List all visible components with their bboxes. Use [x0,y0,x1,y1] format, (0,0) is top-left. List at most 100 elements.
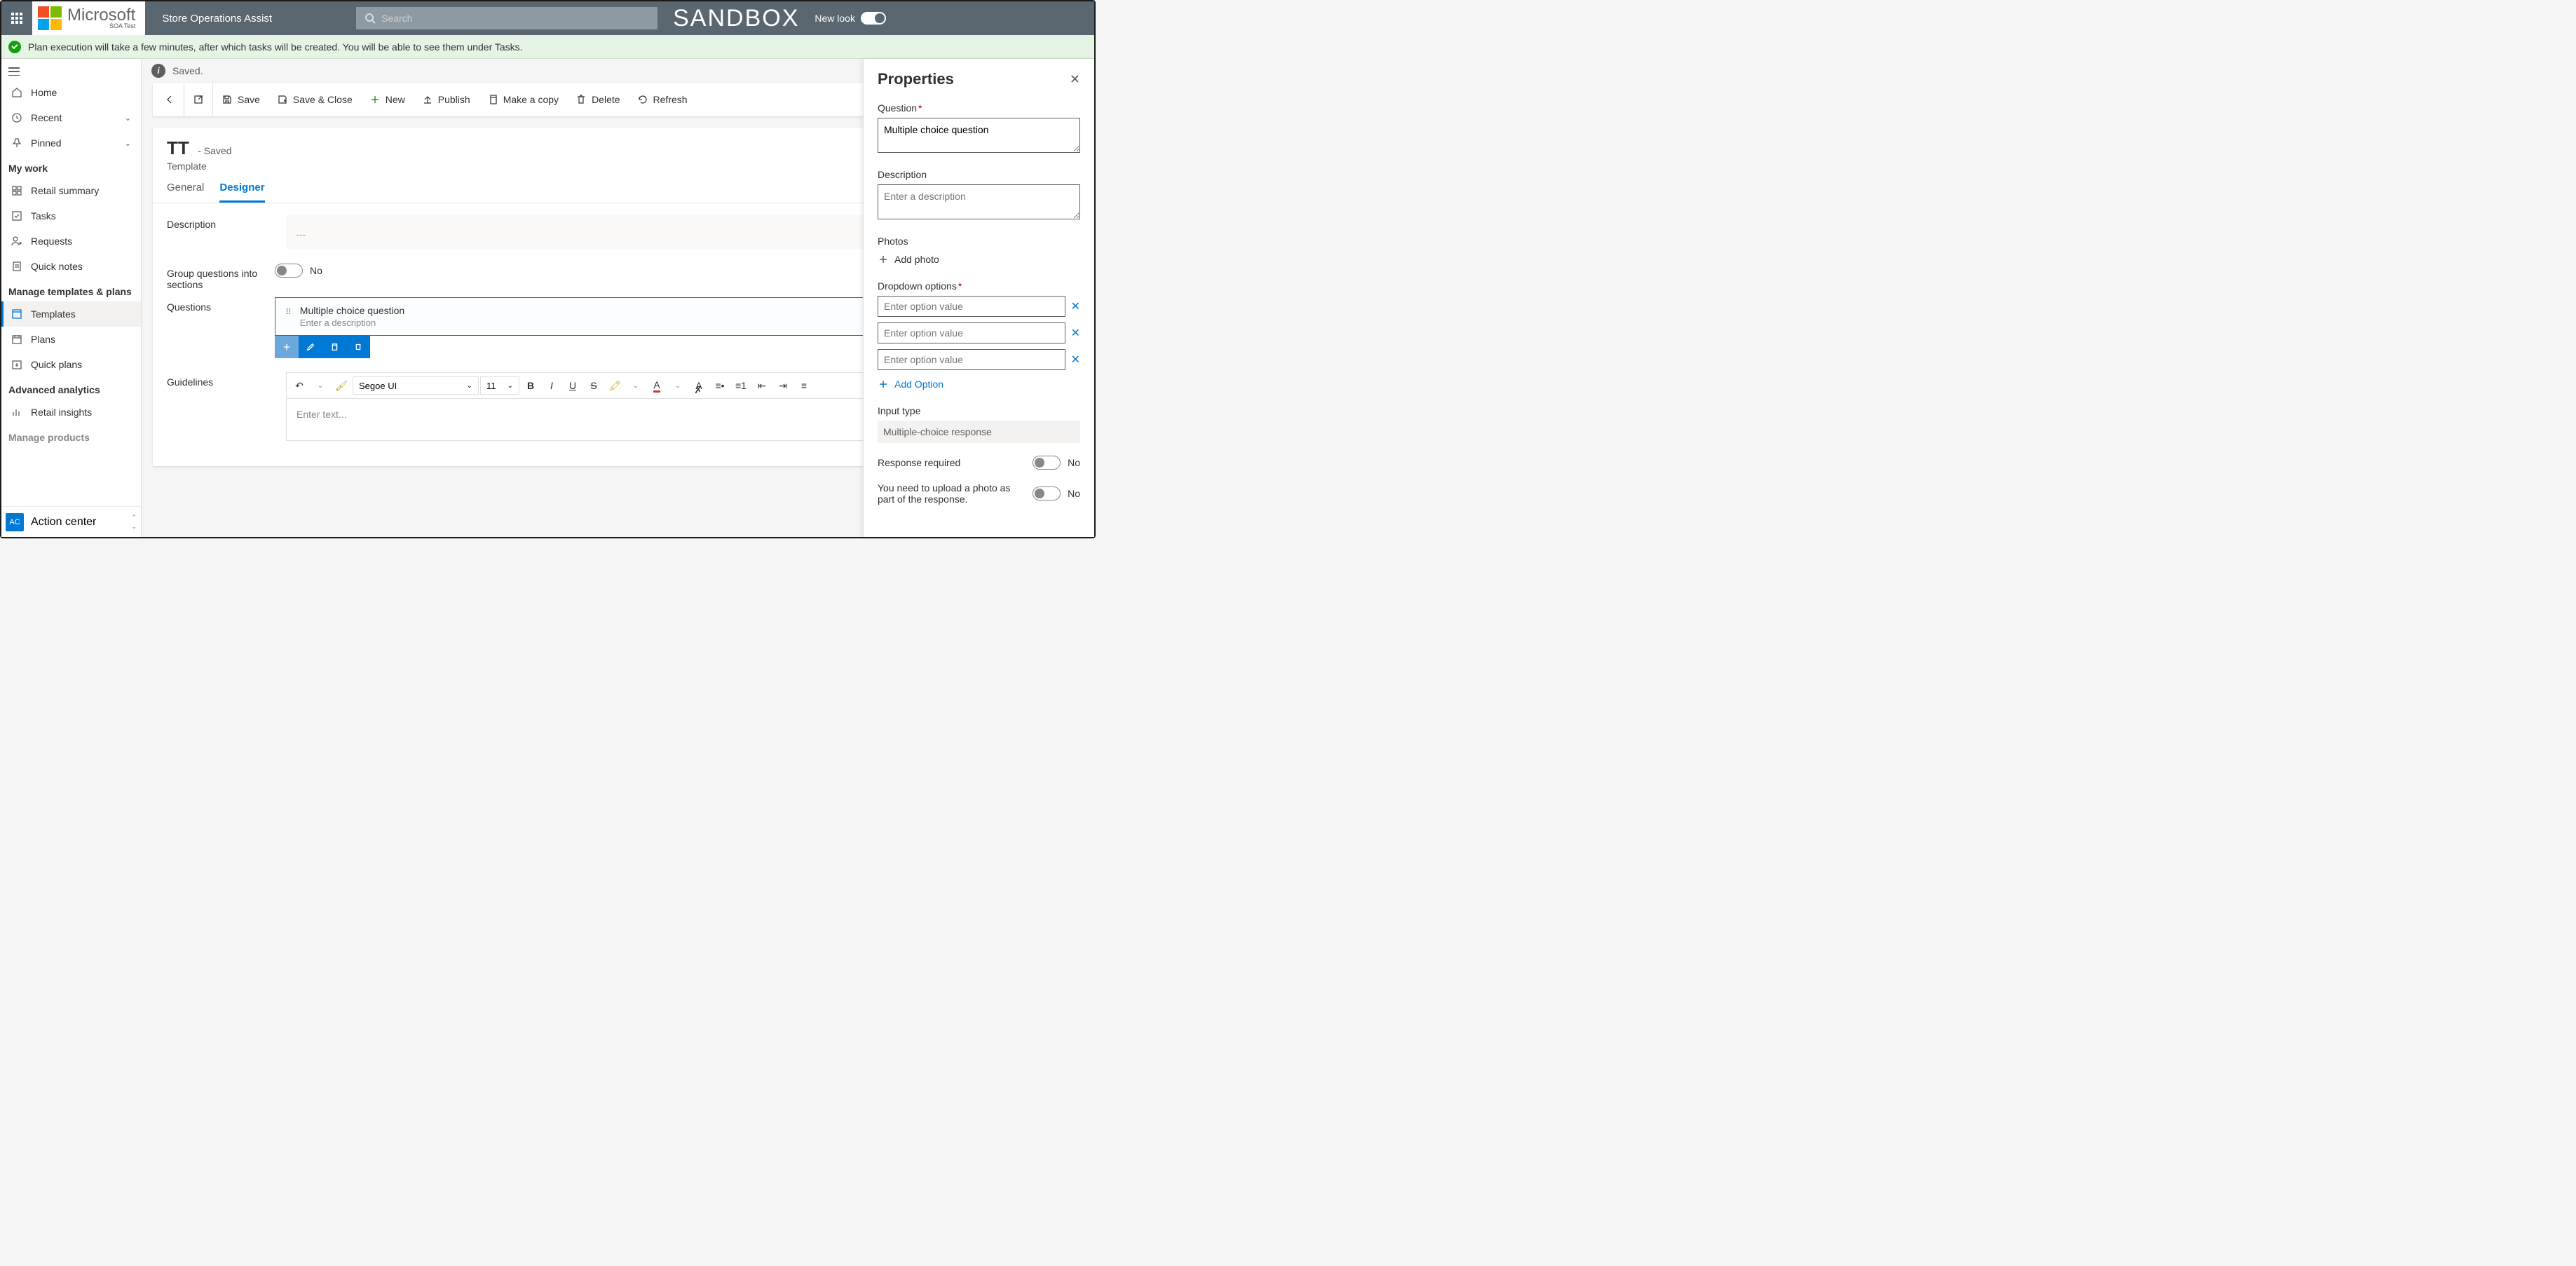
search-box[interactable] [356,7,657,29]
sidebar-item-label: Recent [31,112,62,123]
add-photo-button[interactable]: Add photo [878,251,1080,268]
publish-button[interactable]: Publish [414,83,479,116]
rte-italic-button[interactable]: I [542,376,561,395]
sidebar-item-home[interactable]: Home [1,80,141,105]
upload-photo-toggle[interactable]: No [1033,486,1080,501]
save-close-button[interactable]: Save & Close [268,83,361,116]
sidebar-item-requests[interactable]: Requests [1,229,141,254]
app-name: Store Operations Assist [162,13,272,25]
toggle-switch-icon [1033,456,1061,470]
person-ask-icon [11,236,22,247]
option-input[interactable] [878,296,1065,317]
search-input[interactable] [381,13,649,24]
tab-general[interactable]: General [167,182,204,203]
app-launcher-button[interactable] [1,1,32,35]
sidebar-item-recent[interactable]: Recent ⌄ [1,105,141,130]
sidebar-item-label: Tasks [31,210,56,222]
quickplan-icon [11,359,22,370]
rte-outdent-button[interactable]: ⇤ [752,376,772,395]
option-delete-button[interactable]: ✕ [1071,326,1080,340]
question-description: Enter a description [300,318,404,328]
rte-font-select[interactable]: Segoe UI⌄ [353,376,479,395]
properties-close-button[interactable]: ✕ [1070,72,1080,87]
question-input[interactable] [878,118,1080,153]
sidebar-item-quick-plans[interactable]: Quick plans [1,352,141,377]
sidebar-heading-analytics: Advanced analytics [1,377,141,400]
rte-color-button[interactable]: A [647,376,667,395]
sidebar-item-tasks[interactable]: Tasks [1,203,141,229]
refresh-button[interactable]: Refresh [629,83,696,116]
sidebar-item-plans[interactable]: Plans [1,327,141,352]
question-copy-button[interactable] [322,336,346,358]
sidebar-item-retail-summary[interactable]: Retail summary [1,178,141,203]
rte-size-select[interactable]: 11⌄ [480,376,519,395]
action-center-button[interactable]: AC Action center ⌃⌄ [1,506,141,537]
properties-panel: Properties ✕ Question* Description Photo… [863,59,1094,537]
open-new-window-button[interactable] [184,83,213,116]
question-add-button[interactable] [275,336,299,358]
refresh-icon [637,94,648,105]
rte-brush-button[interactable]: 🖌 [332,376,351,395]
option-input[interactable] [878,322,1065,343]
question-delete-button[interactable] [346,336,370,358]
group-sections-label: Group questions into sections [167,264,286,290]
question-title: Multiple choice question [300,305,404,316]
template-icon [11,308,22,320]
rte-strike-button[interactable]: S [584,376,604,395]
question-edit-button[interactable] [299,336,322,358]
sidebar-item-label: Quick plans [31,359,82,370]
publish-label: Publish [438,94,470,105]
properties-title: Properties [878,70,954,88]
option-row: ✕ [878,322,1080,343]
save-button[interactable]: Save [213,83,268,116]
description-input[interactable] [878,184,1080,219]
sidebar-item-quick-notes[interactable]: Quick notes [1,254,141,279]
option-delete-button[interactable]: ✕ [1071,299,1080,313]
group-sections-toggle[interactable]: No [275,264,322,278]
sidebar-item-label: Pinned [31,137,62,149]
toggle-switch-icon [861,12,886,25]
rte-undo-button[interactable]: ↶ [289,376,309,395]
rte-align-button[interactable]: ≡ [794,376,814,395]
rte-highlight-dropdown[interactable]: ⌄ [626,376,646,395]
rte-color-dropdown[interactable]: ⌄ [668,376,688,395]
microsoft-logo-icon [38,6,62,30]
trash-icon [575,94,587,105]
chevron-down-icon: ⌄ [125,139,131,148]
make-copy-button[interactable]: Make a copy [479,83,567,116]
checklist-icon [11,210,22,222]
new-button[interactable]: New [361,83,414,116]
action-center-label: Action center [31,516,96,529]
tab-designer[interactable]: Designer [219,182,264,203]
sidebar-item-pinned[interactable]: Pinned ⌄ [1,130,141,156]
drag-handle-icon[interactable]: ⠿ [285,307,293,317]
new-look-toggle[interactable]: New look [815,12,886,25]
rte-clear-format-button[interactable]: A✗ [689,376,709,395]
response-required-toggle[interactable]: No [1033,456,1080,470]
sidebar-item-label: Retail summary [31,185,99,196]
record-title: TT [167,137,189,158]
rte-undo-dropdown[interactable]: ⌄ [311,376,330,395]
plus-icon [282,342,292,352]
option-delete-button[interactable]: ✕ [1071,353,1080,367]
save-close-label: Save & Close [293,94,353,105]
rte-underline-button[interactable]: U [563,376,582,395]
rte-indent-button[interactable]: ⇥ [773,376,793,395]
rte-bullets-button[interactable]: ≡• [710,376,730,395]
dashboard-icon [11,185,22,196]
rte-highlight-button[interactable]: 🖍 [605,376,625,395]
option-input[interactable] [878,349,1065,370]
top-bar: Microsoft SOA Test Store Operations Assi… [1,1,1094,35]
sandbox-badge: SANDBOX [673,5,799,32]
delete-button[interactable]: Delete [567,83,628,116]
sidebar-item-retail-insights[interactable]: Retail insights [1,400,141,425]
rte-bold-button[interactable]: B [521,376,540,395]
back-button[interactable] [156,83,184,116]
refresh-label: Refresh [653,94,688,105]
rte-numbering-button[interactable]: ≡1 [731,376,751,395]
add-option-button[interactable]: Add Option [878,376,1080,393]
sidebar-collapse-button[interactable] [1,63,141,80]
delete-label: Delete [592,94,620,105]
search-icon [364,13,376,24]
sidebar-item-templates[interactable]: Templates [1,301,141,327]
